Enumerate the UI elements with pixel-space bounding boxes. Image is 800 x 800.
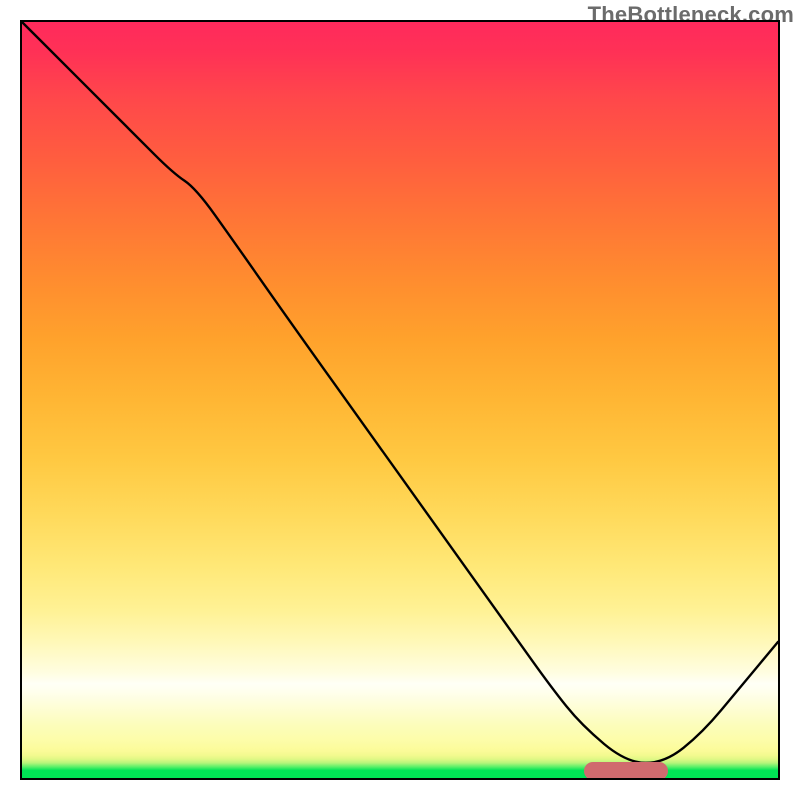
gradient-background bbox=[22, 22, 778, 778]
plot-area bbox=[20, 20, 780, 780]
chart-container: TheBottleneck.com bbox=[0, 0, 800, 800]
optimal-range-marker bbox=[584, 762, 668, 780]
